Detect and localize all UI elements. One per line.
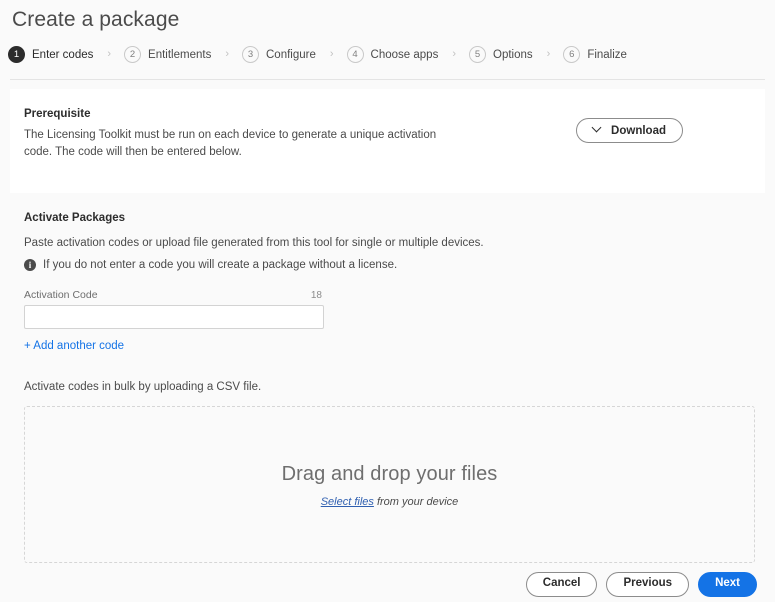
dropzone-subtitle: Select files from your device: [321, 495, 459, 509]
step-options[interactable]: 5 Options: [469, 46, 533, 63]
step-number-badge: 4: [346, 46, 364, 63]
cancel-button[interactable]: Cancel: [525, 571, 598, 597]
prerequisite-description: The Licensing Toolkit must be run on eac…: [24, 129, 437, 158]
step-label: Options: [493, 48, 533, 61]
step-entitlements[interactable]: 2 Entitlements: [124, 46, 211, 63]
activate-packages-section: Activate Packages Paste activation codes…: [0, 193, 775, 563]
step-number-badge: 5: [469, 46, 486, 63]
select-files-link[interactable]: Select files: [321, 496, 374, 508]
no-license-note-text: If you do not enter a code you will crea…: [43, 259, 398, 271]
step-label: Entitlements: [148, 48, 212, 61]
wizard-stepper: 1 Enter codes › 2 Entitlements › 3 Confi…: [0, 34, 775, 68]
step-choose-apps[interactable]: 4 Choose apps: [346, 46, 439, 63]
activation-code-field-group: Activation Code 18: [10, 272, 324, 329]
step-label: Choose apps: [370, 48, 439, 61]
step-separator-icon: ›: [452, 48, 456, 60]
info-icon: i: [24, 259, 36, 271]
activate-packages-title: Activate Packages: [24, 212, 126, 224]
activate-packages-subtitle: Paste activation codes or upload file ge…: [24, 237, 484, 249]
step-number-badge: 3: [242, 46, 259, 63]
prerequisite-card: Prerequisite The Licensing Toolkit must …: [10, 89, 765, 193]
no-license-note: i If you do not enter a code you will cr…: [10, 250, 765, 272]
step-configure[interactable]: 3 Configure: [242, 46, 316, 63]
dropzone-subtitle-suffix: from your device: [373, 495, 459, 508]
step-label: Finalize: [587, 48, 627, 61]
bulk-upload-label: Activate codes in bulk by uploading a CS…: [24, 381, 262, 393]
activation-code-input[interactable]: [24, 305, 324, 329]
previous-button[interactable]: Previous: [606, 571, 690, 597]
page-title: Create a package: [12, 8, 180, 31]
download-button-label: Download: [611, 124, 666, 137]
prerequisite-title: Prerequisite: [24, 108, 91, 120]
next-button[interactable]: Next: [698, 571, 757, 597]
dropzone-title: Drag and drop your files: [281, 462, 498, 485]
step-separator-icon: ›: [329, 48, 334, 60]
add-another-code-link[interactable]: + Add another code: [10, 329, 124, 352]
step-finalize[interactable]: 6 Finalize: [563, 46, 627, 63]
wizard-footer: Cancel Previous Next: [0, 566, 775, 602]
step-label: Enter codes: [32, 48, 94, 61]
step-enter-codes[interactable]: 1 Enter codes: [8, 46, 93, 63]
file-dropzone[interactable]: Drag and drop your files Select files fr…: [24, 406, 755, 563]
header-divider: [10, 79, 765, 80]
chevron-down-icon: [593, 124, 602, 133]
prerequisite-text-block: Prerequisite The Licensing Toolkit must …: [24, 107, 454, 161]
step-number-badge: 1: [8, 46, 25, 63]
step-separator-icon: ›: [546, 48, 551, 60]
activation-code-field-header: Activation Code 18: [24, 289, 322, 301]
activation-code-counter: 18: [310, 290, 322, 301]
activation-code-label: Activation Code: [24, 289, 98, 301]
step-number-badge: 2: [124, 46, 142, 63]
step-separator-icon: ›: [107, 48, 112, 60]
step-label: Configure: [266, 48, 316, 61]
step-number-badge: 6: [563, 46, 581, 63]
download-button[interactable]: Download: [576, 118, 683, 143]
step-separator-icon: ›: [225, 48, 229, 60]
